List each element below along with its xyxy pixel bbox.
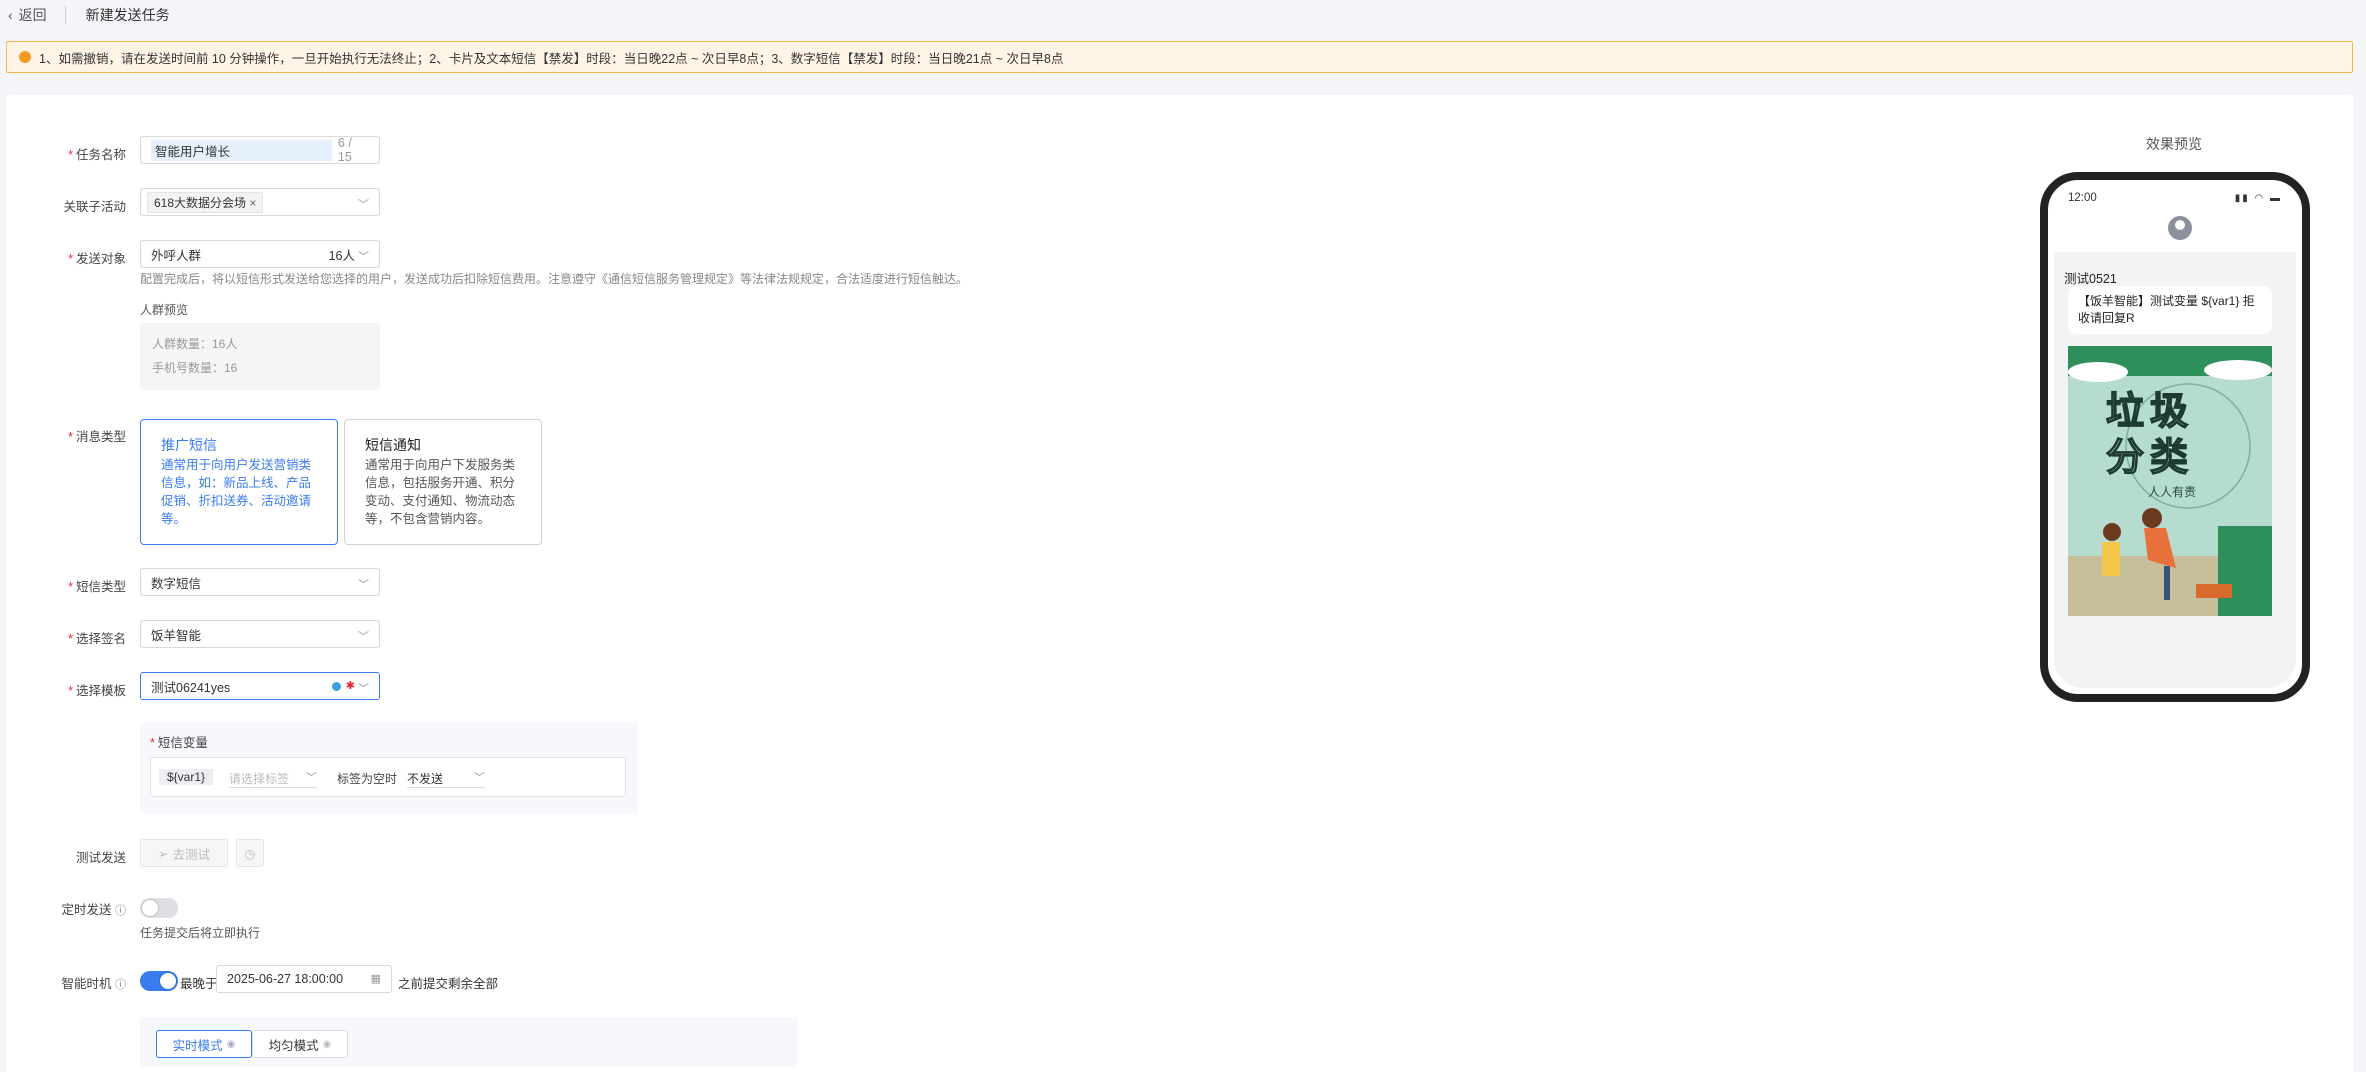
target-label: * 发送对象 <box>68 252 126 266</box>
task-name-input[interactable]: 智能用户增长 6 / 15 <box>140 136 380 164</box>
status-bar: 12:00 ▮▮ ◠ ▬ <box>2054 186 2296 210</box>
sub-activity-select[interactable]: 618大数据分会场 × ﹀ <box>140 188 380 216</box>
sub-activity-tag: 618大数据分会场 × <box>147 191 264 213</box>
mode-realtime[interactable]: 实时模式 ◉ <box>156 1030 252 1058</box>
smart-time-label: 智能时机 ⓘ <box>61 977 127 991</box>
chevron-left-icon: ‹ <box>8 7 13 23</box>
form-card: * 任务名称 智能用户增长 6 / 15 关联子活动 618大数据分会场 × ﹀ … <box>6 95 2353 1072</box>
test-send-label: 测试发送 <box>75 851 126 865</box>
template-label: * 选择模板 <box>68 684 126 698</box>
status-time: 12:00 <box>2068 192 2097 204</box>
variable-row: ${var1} 请选择标签 ﹀ 标签为空时 不发送 ﹀ <box>150 757 626 797</box>
promo-desc: 通常用于向用户发送营销类信息，如：新品上线、产品促销、折扣送券、活动邀请等。 <box>161 458 312 526</box>
task-name-label: * 任务名称 <box>68 148 126 162</box>
test-button[interactable]: ➢ 去测试 <box>140 839 228 867</box>
clock-icon: ◷ <box>244 846 256 861</box>
variable-name: ${var1} <box>159 769 214 785</box>
task-name-count: 6 / 15 <box>337 136 352 164</box>
sender-name: 测试0521 <box>2064 272 2117 286</box>
datetime-value: 2025-06-27 18:00:00 <box>227 972 344 986</box>
timed-send-toggle[interactable] <box>140 898 178 918</box>
msg-type-label: * 消息类型 <box>68 430 126 444</box>
task-name-value: 智能用户增长 <box>151 139 332 161</box>
msg-type-promo[interactable]: 推广短信 通常用于向用户发送营销类信息，如：新品上线、产品促销、折扣送券、活动邀… <box>140 419 338 545</box>
smart-time-prefix: 最晚于 <box>180 977 218 991</box>
signature-label: * 选择签名 <box>68 632 126 646</box>
avatar <box>2168 216 2192 240</box>
phone-count: 手机号数量：16 <box>152 361 238 375</box>
preview-title: 效果预览 <box>2146 136 2202 152</box>
page-title: 新建发送任务 <box>85 7 170 23</box>
tag-select[interactable]: 请选择标签 ﹀ <box>229 766 317 788</box>
people-count: 人群数量：16人 <box>152 337 238 351</box>
variables-label: * 短信变量 <box>150 736 208 750</box>
sms-type-value: 数字短信 <box>151 576 202 591</box>
sms-type-select[interactable]: 数字短信 ﹀ <box>140 568 380 596</box>
target-count: 16人 <box>328 248 355 263</box>
variables-box: * 短信变量 ${var1} 请选择标签 ﹀ 标签为空时 不发送 ﹀ <box>140 722 638 814</box>
warning-alert: 1、如需撤销，请在发送时间前 10 分钟操作，一旦开始执行无法终止；2、卡片及文… <box>6 41 2353 73</box>
empty-select[interactable]: 不发送 ﹀ <box>407 766 485 788</box>
poster-title-2: 分类 <box>2105 436 2195 480</box>
smart-time-toggle[interactable] <box>140 971 178 991</box>
template-value: 测试06241yes <box>151 680 231 695</box>
chevron-down-icon: ﹀ <box>358 251 369 263</box>
signature-value: 饭羊智能 <box>151 628 202 643</box>
chevron-down-icon: ﹀ <box>358 631 369 643</box>
empty-label: 标签为空时 <box>337 772 398 786</box>
target-value: 外呼人群 <box>151 248 202 263</box>
timed-send-label: 定时发送 ⓘ <box>61 903 127 917</box>
info-icon: ◉ <box>226 1038 236 1050</box>
message-bubble: 【饭羊智能】测试变量 ${var1} 拒收请回复R <box>2068 286 2272 334</box>
template-select[interactable]: 测试06241yes ✱ ﹀ <box>140 672 380 700</box>
datetime-picker[interactable]: 2025-06-27 18:00:00 ▦ <box>216 965 392 993</box>
promo-title: 推广短信 <box>161 437 217 453</box>
phone-mockup: 12:00 ▮▮ ◠ ▬ 测试0521 【饭羊智能】测试变量 ${var1} 拒… <box>2040 172 2310 702</box>
chevron-down-icon: ﹀ <box>358 199 369 211</box>
notice-desc: 通常用于向用户下发服务类信息，包括服务开通、积分变动、支付通知、物流动态等，不包… <box>365 458 516 526</box>
signature-select[interactable]: 饭羊智能 ﹀ <box>140 620 380 648</box>
help-icon[interactable]: ⓘ <box>115 905 126 917</box>
msg-type-notice[interactable]: 短信通知 通常用于向用户下发服务类信息，包括服务开通、积分变动、支付通知、物流动… <box>344 419 542 545</box>
history-button[interactable]: ◷ <box>236 839 264 867</box>
sms-area: 测试0521 【饭羊智能】测试变量 ${var1} 拒收请回复R 人人有责 垃圾… <box>2054 252 2296 688</box>
back-label: 返回 <box>18 7 47 23</box>
sub-activity-label: 关联子活动 <box>63 200 126 214</box>
crowd-preview-title: 人群预览 <box>140 303 189 317</box>
smart-time-suffix: 之前提交剩余全部 <box>398 977 499 991</box>
warning-icon <box>19 51 31 63</box>
send-icon: ➢ <box>158 846 169 861</box>
status-icon <box>332 682 341 691</box>
sms-type-label: * 短信类型 <box>68 580 126 594</box>
poster-slogan: 人人有责 <box>2148 485 2196 499</box>
calendar-icon: ▦ <box>370 973 381 985</box>
info-icon: ◉ <box>322 1038 332 1050</box>
carrier-icon: ✱ <box>345 680 355 692</box>
target-hint: 配置完成后，将以短信形式发送给您选择的用户，发送成功后扣除短信费用。注意遵守《通… <box>140 272 969 286</box>
notice-title: 短信通知 <box>365 437 421 453</box>
chevron-down-icon: ﹀ <box>358 683 369 695</box>
poster-image: 人人有责 垃圾 分类 <box>2068 346 2272 616</box>
back-button[interactable]: ‹ 返回 <box>8 5 47 25</box>
mode-even[interactable]: 均匀模式 ◉ <box>252 1030 348 1058</box>
signal-wifi-battery-icon: ▮▮ ◠ ▬ <box>2234 192 2282 204</box>
timed-send-hint: 任务提交后将立即执行 <box>140 926 261 940</box>
info-icon[interactable]: ⓘ <box>115 979 126 991</box>
close-icon[interactable]: × <box>249 196 256 210</box>
chevron-down-icon: ﹀ <box>358 579 369 591</box>
alert-text: 1、如需撤销，请在发送时间前 10 分钟操作，一旦开始执行无法终止；2、卡片及文… <box>39 51 1064 66</box>
target-select[interactable]: 外呼人群 16人 ﹀ <box>140 240 380 268</box>
top-bar: ‹ 返回 新建发送任务 <box>0 0 2366 30</box>
mode-box: 实时模式 ◉ 均匀模式 ◉ <box>140 1017 798 1067</box>
divider <box>64 6 66 24</box>
crowd-preview-box: 人群数量：16人 手机号数量：16 <box>140 323 380 390</box>
